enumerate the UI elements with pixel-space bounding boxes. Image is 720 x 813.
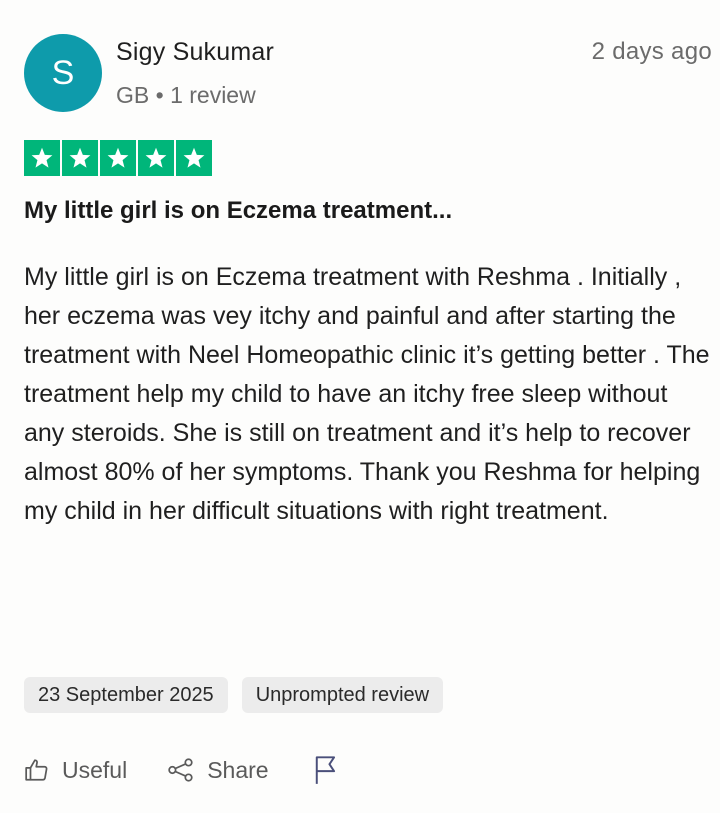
review-body: My little girl is on Eczema treatment wi…	[24, 263, 710, 525]
share-label: Share	[207, 756, 269, 783]
review-card: S Sigy Sukumar GB • 1 review 2 days ago …	[0, 0, 720, 813]
thumbs-up-icon	[25, 759, 48, 781]
share-icon	[168, 758, 193, 782]
report-button[interactable]	[313, 755, 351, 785]
reviewer-meta: GB • 1 review	[116, 82, 256, 108]
review-title[interactable]: My little girl is on Eczema treatment...	[24, 197, 452, 225]
star-icon	[100, 140, 136, 176]
star-icon	[138, 140, 174, 176]
flag-icon	[315, 756, 335, 784]
review-actions: Useful Share	[24, 755, 391, 785]
star-rating	[24, 140, 212, 176]
date-of-experience-tag: 23 September 2025	[24, 677, 228, 713]
reviewer-name[interactable]: Sigy Sukumar	[116, 38, 274, 67]
star-icon	[24, 140, 60, 176]
review-tags: 23 September 2025 Unprompted review	[24, 677, 444, 713]
review-header: S Sigy Sukumar GB • 1 review 2 days ago	[24, 34, 712, 114]
star-icon	[176, 140, 212, 176]
star-icon	[62, 140, 98, 176]
review-time-ago: 2 days ago	[591, 38, 712, 65]
review-type-tag[interactable]: Unprompted review	[241, 677, 444, 713]
useful-label: Useful	[62, 756, 128, 783]
share-button[interactable]: Share	[167, 756, 269, 784]
avatar[interactable]: S	[24, 34, 102, 112]
useful-button[interactable]: Useful	[24, 757, 127, 784]
